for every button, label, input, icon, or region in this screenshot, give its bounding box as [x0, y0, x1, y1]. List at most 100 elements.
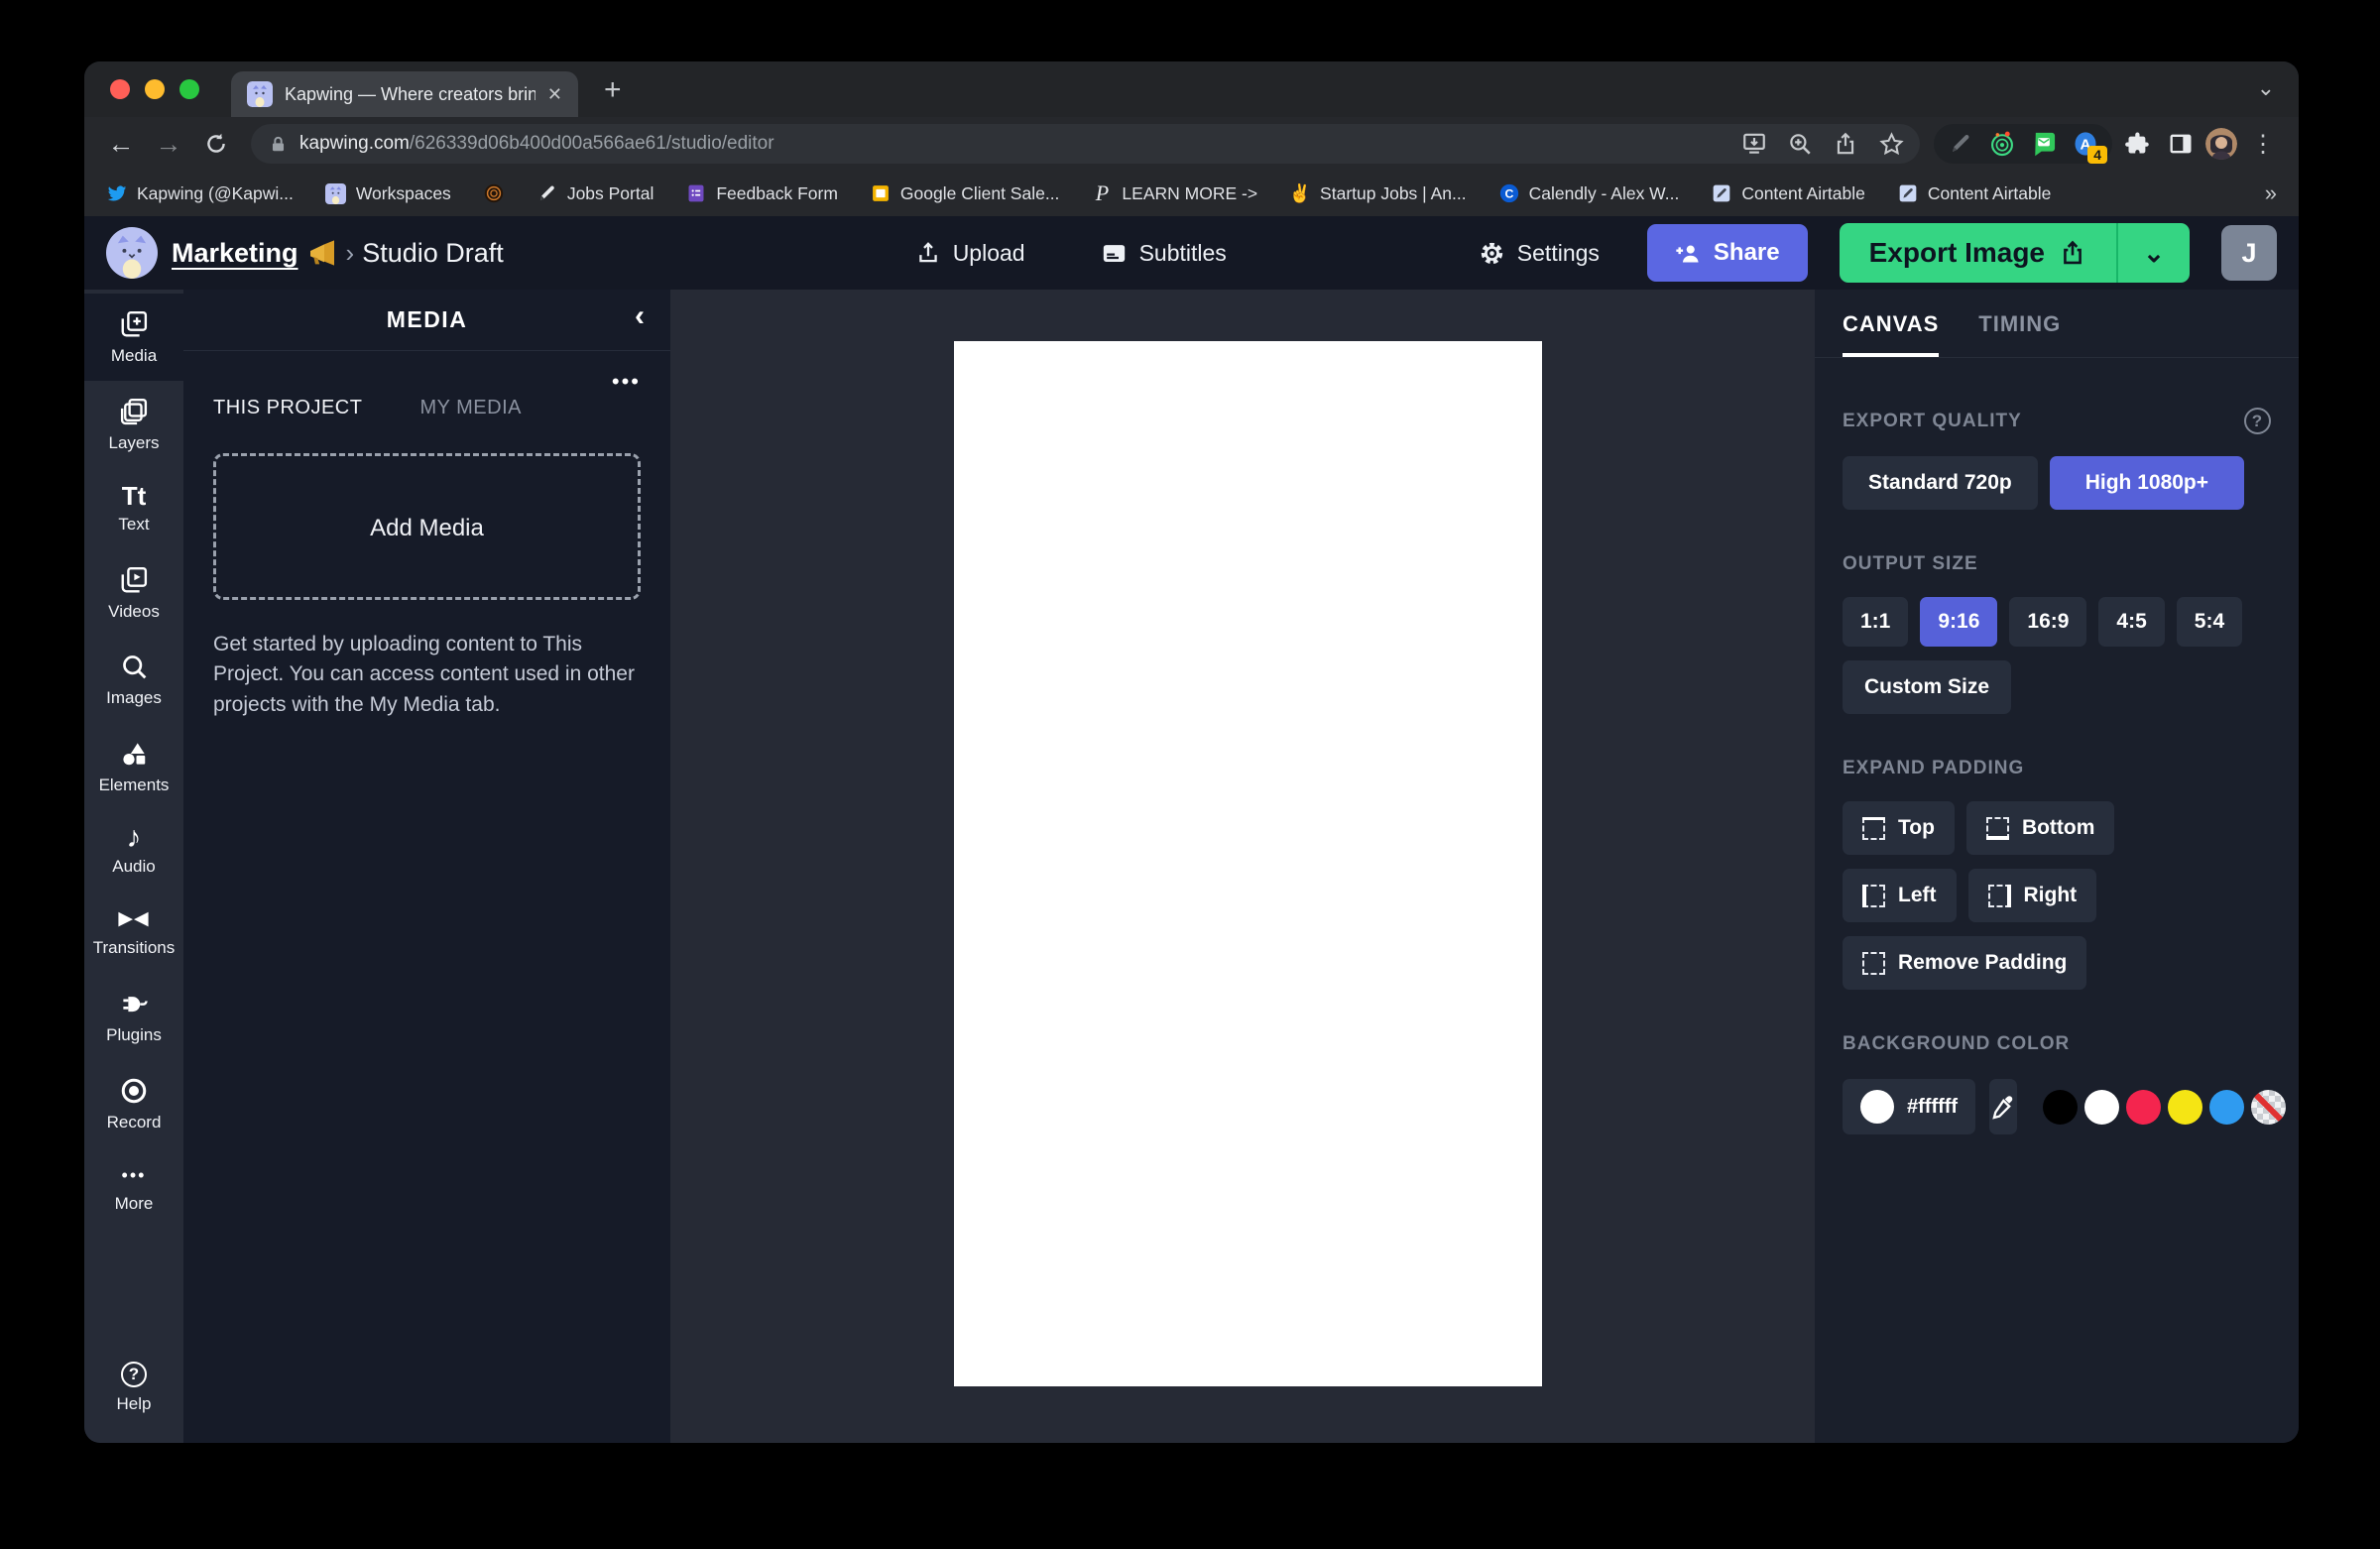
bookmark-calendly[interactable]: C Calendly - Alex W... — [1498, 182, 1680, 204]
music-note-icon: ♪ — [127, 826, 142, 850]
bookmark-learn-more[interactable]: P LEARN MORE -> — [1091, 182, 1257, 204]
sidebar-item-help[interactable]: ? Help — [84, 1346, 183, 1429]
pad-right-button[interactable]: Right — [1968, 869, 2097, 922]
back-button[interactable]: ← — [100, 123, 142, 165]
close-window-button[interactable] — [110, 79, 130, 99]
swatch-transparent[interactable] — [2251, 1090, 2286, 1125]
sidebar-item-images[interactable]: Images — [84, 637, 183, 723]
bookmark-feedback-form[interactable]: Feedback Form — [685, 182, 838, 204]
swatch-white[interactable] — [2084, 1090, 2119, 1125]
sidebar-item-record[interactable]: Record — [84, 1060, 183, 1147]
help-question-icon[interactable]: ? — [2244, 408, 2271, 434]
remove-padding-button[interactable]: Remove Padding — [1843, 936, 2086, 990]
right-panel-tabs: CANVAS TIMING — [1815, 290, 2299, 358]
record-icon — [119, 1076, 149, 1106]
zoom-page-icon[interactable] — [1781, 125, 1819, 163]
side-panel-icon[interactable] — [2162, 125, 2200, 163]
user-avatar[interactable]: J — [2221, 225, 2277, 281]
browser-tab[interactable]: Kapwing — Where creators brin ✕ — [231, 71, 578, 117]
swatch-red[interactable] — [2126, 1090, 2161, 1125]
orbit-extension-icon[interactable] — [1985, 127, 2019, 161]
size-1-1-button[interactable]: 1:1 — [1843, 597, 1908, 647]
browser-profile-avatar[interactable] — [2205, 128, 2237, 160]
collapse-panel-icon[interactable]: ‹ — [635, 299, 645, 333]
sidebar-item-transitions[interactable]: ▶◀ Transitions — [84, 892, 183, 973]
workspace-link[interactable]: Marketing — [172, 238, 298, 269]
add-media-dropzone[interactable]: Add Media — [213, 453, 641, 600]
subtitles-button[interactable]: Subtitles — [1081, 225, 1247, 281]
bookmark-startup-jobs[interactable]: ✌ Startup Jobs | An... — [1289, 182, 1467, 204]
editor-workspace[interactable] — [670, 290, 1815, 1443]
forward-button[interactable]: → — [148, 123, 189, 165]
custom-size-button[interactable]: Custom Size — [1843, 660, 2011, 714]
sidebar-item-layers[interactable]: Layers — [84, 381, 183, 468]
bookmark-content-airtable-2[interactable]: Content Airtable — [1897, 182, 2052, 204]
address-bar[interactable]: kapwing.com/626339d06b400d00a566ae61/stu… — [251, 124, 1920, 164]
settings-button[interactable]: Settings — [1459, 225, 1619, 281]
browser-menu-icon[interactable]: ⋮ — [2243, 130, 2283, 159]
current-color-dot — [1860, 1090, 1894, 1124]
window-controls[interactable] — [110, 79, 199, 99]
bookmark-star-icon[interactable] — [1872, 125, 1910, 163]
sidebar-item-audio[interactable]: ♪ Audio — [84, 810, 183, 892]
sidebar-item-text[interactable]: Tt Text — [84, 468, 183, 549]
swatch-black[interactable] — [2043, 1090, 2078, 1125]
sidebar-item-more[interactable]: ••• More — [84, 1147, 183, 1229]
media-panel-description: Get started by uploading content to This… — [213, 630, 641, 720]
pencil-extension-icon[interactable] — [1944, 127, 1977, 161]
browser-window: Kapwing — Where creators brin ✕ + ⌄ ← → … — [84, 61, 2299, 1443]
size-9-16-button[interactable]: 9:16 — [1920, 597, 1997, 647]
tab-timing[interactable]: TIMING — [1978, 311, 2061, 357]
tab-my-media[interactable]: MY MEDIA — [419, 397, 522, 419]
bookmark-jobs-portal[interactable]: Jobs Portal — [536, 182, 654, 204]
bookmark-kapwing-twitter[interactable]: Kapwing (@Kapwi... — [106, 182, 294, 204]
quality-high-button[interactable]: High 1080p+ — [2050, 456, 2244, 510]
megaphone-icon — [306, 237, 338, 269]
share-page-icon[interactable] — [1827, 125, 1864, 163]
sidebar-item-elements[interactable]: Elements — [84, 723, 183, 810]
workspace-avatar[interactable] — [106, 227, 158, 279]
kapwing-cat-icon — [325, 182, 347, 204]
tab-this-project[interactable]: THIS PROJECT — [213, 397, 362, 419]
bookmark-google-client[interactable]: Google Client Sale... — [870, 182, 1060, 204]
eyedropper-button[interactable] — [1989, 1079, 2017, 1134]
tab-canvas[interactable]: CANVAS — [1843, 311, 1939, 357]
sidebar-item-media[interactable]: Media — [84, 294, 183, 381]
media-icon — [119, 309, 149, 339]
minimize-window-button[interactable] — [145, 79, 165, 99]
lock-icon — [269, 135, 288, 154]
chat-extension-icon[interactable] — [2027, 127, 2061, 161]
background-color-picker[interactable]: #ffffff — [1843, 1079, 1975, 1134]
install-app-icon[interactable] — [1735, 125, 1773, 163]
size-16-9-button[interactable]: 16:9 — [2009, 597, 2086, 647]
export-image-button[interactable]: Export Image — [1840, 223, 2116, 283]
size-4-5-button[interactable]: 4:5 — [2098, 597, 2164, 647]
quality-standard-button[interactable]: Standard 720p — [1843, 456, 2038, 510]
size-5-4-button[interactable]: 5:4 — [2177, 597, 2242, 647]
color-swatches — [2043, 1090, 2286, 1125]
pad-left-button[interactable]: Left — [1843, 869, 1957, 922]
bookmark-content-airtable-1[interactable]: Content Airtable — [1711, 182, 1865, 204]
pad-bottom-button[interactable]: Bottom — [1966, 801, 2114, 855]
add-person-icon — [1675, 240, 1702, 267]
upload-button[interactable]: Upload — [895, 225, 1045, 281]
new-tab-button[interactable]: + — [604, 73, 622, 107]
canvas[interactable] — [954, 341, 1542, 1386]
share-button[interactable]: Share — [1647, 224, 1808, 282]
swatch-blue[interactable] — [2209, 1090, 2244, 1125]
swatch-yellow[interactable] — [2168, 1090, 2202, 1125]
bookmark-workspaces[interactable]: Workspaces — [325, 182, 451, 204]
tab-search-chevron-icon[interactable]: ⌄ — [2257, 75, 2275, 101]
bookmarks-overflow-chevron[interactable]: » — [2265, 180, 2277, 206]
zoom-window-button[interactable] — [179, 79, 199, 99]
reload-button[interactable] — [195, 123, 237, 165]
a-extension-icon[interactable]: A 4 — [2069, 127, 2102, 161]
pad-top-button[interactable]: Top — [1843, 801, 1955, 855]
sidebar-item-videos[interactable]: Videos — [84, 549, 183, 637]
sidebar-item-plugins[interactable]: Plugins — [84, 973, 183, 1060]
media-panel-menu-icon[interactable]: ••• — [213, 369, 641, 395]
extensions-puzzle-icon[interactable] — [2118, 125, 2156, 163]
bookmark-orange[interactable] — [483, 182, 505, 204]
export-options-caret[interactable]: ⌄ — [2116, 223, 2190, 283]
tab-close-icon[interactable]: ✕ — [547, 84, 562, 105]
